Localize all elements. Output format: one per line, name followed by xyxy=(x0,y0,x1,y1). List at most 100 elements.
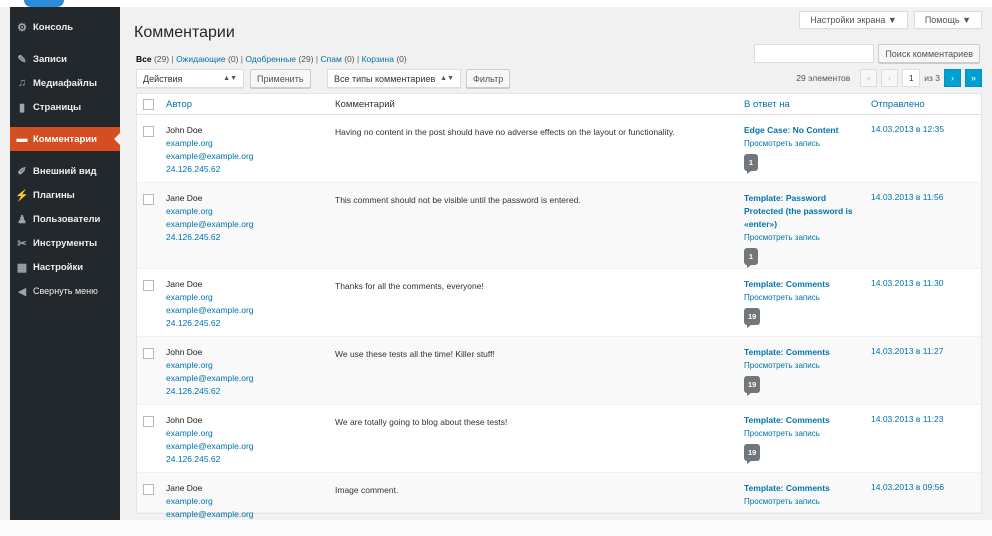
author-url[interactable]: example.org xyxy=(166,360,213,370)
view-post-link[interactable]: Просмотреть запись xyxy=(744,361,820,370)
table-row: Jane Doe example.org example@example.org 24… xyxy=(137,183,981,269)
search-comments-button[interactable]: Поиск комментариев xyxy=(878,44,980,63)
sidebar-item[interactable]: ⚙ Консоль xyxy=(10,15,120,39)
comment-count-bubble[interactable]: 19 xyxy=(744,308,761,328)
help-button[interactable]: Помощь ▼ xyxy=(913,11,982,29)
filter-trash[interactable]: Корзина xyxy=(362,54,394,64)
author-ip[interactable]: 24.126.245.62 xyxy=(166,164,220,174)
author-url[interactable]: example.org xyxy=(166,138,213,148)
author-email[interactable]: example@example.org xyxy=(166,219,254,229)
author-email[interactable]: example@example.org xyxy=(166,151,254,161)
comment-date[interactable]: 14.03.2013 в 12:35 xyxy=(871,124,944,134)
response-to: Template: Comments Просмотреть запись 19 xyxy=(744,278,860,328)
author-url[interactable]: example.org xyxy=(166,428,213,438)
sidebar-item[interactable]: ▦ Настройки xyxy=(10,255,120,279)
table-row: Jane Doe example.org example@example.org 24… xyxy=(137,269,981,337)
author-url[interactable]: example.org xyxy=(166,206,213,216)
response-post-link[interactable]: Template: Comments xyxy=(744,483,830,493)
filter-spam-count: (0) xyxy=(344,54,355,64)
response-post-link[interactable]: Template: Comments xyxy=(744,279,830,289)
comment-date[interactable]: 14.03.2013 в 11:30 xyxy=(871,278,943,288)
author-email[interactable]: example@example.org xyxy=(166,373,254,383)
view-post-link[interactable]: Просмотреть запись xyxy=(744,429,820,438)
comment-text: Image comment. xyxy=(335,485,399,495)
sidebar-item[interactable]: ✐ Внешний вид xyxy=(10,159,120,183)
row-checkbox[interactable] xyxy=(143,416,154,427)
author-ip[interactable]: 24.126.245.62 xyxy=(166,232,220,242)
comment-count-bubble[interactable]: 19 xyxy=(744,444,761,464)
column-author[interactable]: Автор xyxy=(166,99,192,110)
current-page-input[interactable]: 1 xyxy=(902,69,921,87)
sidebar-item[interactable]: ▮ Страницы xyxy=(10,95,120,119)
sidebar-item[interactable]: ♫ Медиафайлы xyxy=(10,71,120,95)
author-url[interactable]: example.org xyxy=(166,496,213,506)
sidebar-item[interactable]: ▬ Комментарии xyxy=(10,127,120,151)
response-post-link[interactable]: Edge Case: No Content xyxy=(744,125,838,135)
media-icon: ♫ xyxy=(17,77,27,89)
brush-icon: ✐ xyxy=(17,165,27,178)
filter-separator: | xyxy=(240,54,243,64)
view-post-link[interactable]: Просмотреть запись xyxy=(744,293,820,302)
bulk-actions-select[interactable]: Действия ▲▼ xyxy=(136,69,244,88)
table-row: Jane Doe example.org example@example.org Im… xyxy=(137,473,981,519)
dashboard-icon: ⚙ xyxy=(17,21,27,34)
response-post-link[interactable]: Template: Comments xyxy=(744,415,830,425)
sidebar-item[interactable]: ⚡ Плагины xyxy=(10,183,120,207)
user-icon: ♟ xyxy=(17,213,27,226)
comment-count-bubble[interactable]: 1 xyxy=(744,154,758,174)
comment-count-bubble[interactable]: 1 xyxy=(744,248,758,268)
table-header: Автор Комментарий В ответ на Отправлено xyxy=(137,94,981,115)
row-checkbox[interactable] xyxy=(143,484,154,495)
response-to: Edge Case: No Content Просмотреть запись 1 xyxy=(744,124,860,174)
collapse-menu-button[interactable]: ◀ Свернуть меню xyxy=(10,279,120,303)
comment-date[interactable]: 14.03.2013 в 09:56 xyxy=(871,482,944,492)
filter-spam[interactable]: Спам xyxy=(321,54,342,64)
comment-count-bubble[interactable]: 19 xyxy=(744,376,761,396)
author-email[interactable]: example@example.org xyxy=(166,441,254,451)
row-checkbox[interactable] xyxy=(143,280,154,291)
author-ip[interactable]: 24.126.245.62 xyxy=(166,454,220,464)
response-post-link[interactable]: Template: Password Protected (the passwo… xyxy=(744,193,853,229)
author-name: John Doe xyxy=(166,415,203,425)
filter-button[interactable]: Фильтр xyxy=(466,69,511,88)
comment-date[interactable]: 14.03.2013 в 11:56 xyxy=(871,192,943,202)
comment-icon: ▬ xyxy=(16,133,28,145)
sidebar-item[interactable]: ✂ Инструменты xyxy=(10,231,120,255)
last-page-button[interactable]: » xyxy=(965,69,982,87)
comment-date[interactable]: 14.03.2013 в 11:23 xyxy=(871,414,943,424)
row-checkbox[interactable] xyxy=(143,194,154,205)
column-response[interactable]: В ответ на xyxy=(744,99,790,110)
author-url[interactable]: example.org xyxy=(166,292,213,302)
menu-separator xyxy=(10,119,120,127)
prev-page-button[interactable]: ‹ xyxy=(881,69,899,87)
row-checkbox[interactable] xyxy=(143,126,154,137)
author-email[interactable]: example@example.org xyxy=(166,509,254,519)
apply-button[interactable]: Применить xyxy=(250,69,311,88)
filter-pending[interactable]: Ожидающие xyxy=(176,54,226,64)
sidebar-item[interactable]: ♟ Пользователи xyxy=(10,207,120,231)
column-submitted[interactable]: Отправлено xyxy=(871,99,925,110)
comment-date[interactable]: 14.03.2013 в 11:27 xyxy=(871,346,943,356)
first-page-button[interactable]: « xyxy=(860,69,878,87)
settings-icon: ▦ xyxy=(16,261,28,274)
view-post-link[interactable]: Просмотреть запись xyxy=(744,139,820,148)
select-all-checkbox[interactable] xyxy=(143,99,154,110)
total-pages: из 3 xyxy=(924,73,940,83)
next-page-button[interactable]: › xyxy=(944,69,961,87)
filter-all[interactable]: Все xyxy=(136,54,152,64)
author-ip[interactable]: 24.126.245.62 xyxy=(166,318,220,328)
author-email[interactable]: example@example.org xyxy=(166,305,254,315)
select-arrows-icon: ▲▼ xyxy=(440,75,454,82)
comment-type-select[interactable]: Все типы комментариев ▲▼ xyxy=(327,69,461,88)
view-post-link[interactable]: Просмотреть запись xyxy=(744,233,820,242)
sidebar-item[interactable]: ✎ Записи xyxy=(10,47,120,71)
search-input[interactable] xyxy=(754,44,875,63)
admin-sidebar: ⚙ Консоль ✎ Записи ♫ Медиафайлы ▮ Страницы ▬ Комм… xyxy=(10,7,120,520)
response-post-link[interactable]: Template: Comments xyxy=(744,347,830,357)
view-post-link[interactable]: Просмотреть запись xyxy=(744,497,820,506)
filter-approved[interactable]: Одобренные xyxy=(245,54,296,64)
author-ip[interactable]: 24.126.245.62 xyxy=(166,386,220,396)
response-to: Template: Comments Просмотреть запись 19 xyxy=(744,346,860,396)
row-checkbox[interactable] xyxy=(143,348,154,359)
screen-options-button[interactable]: Настройки экрана ▼ xyxy=(799,11,908,29)
